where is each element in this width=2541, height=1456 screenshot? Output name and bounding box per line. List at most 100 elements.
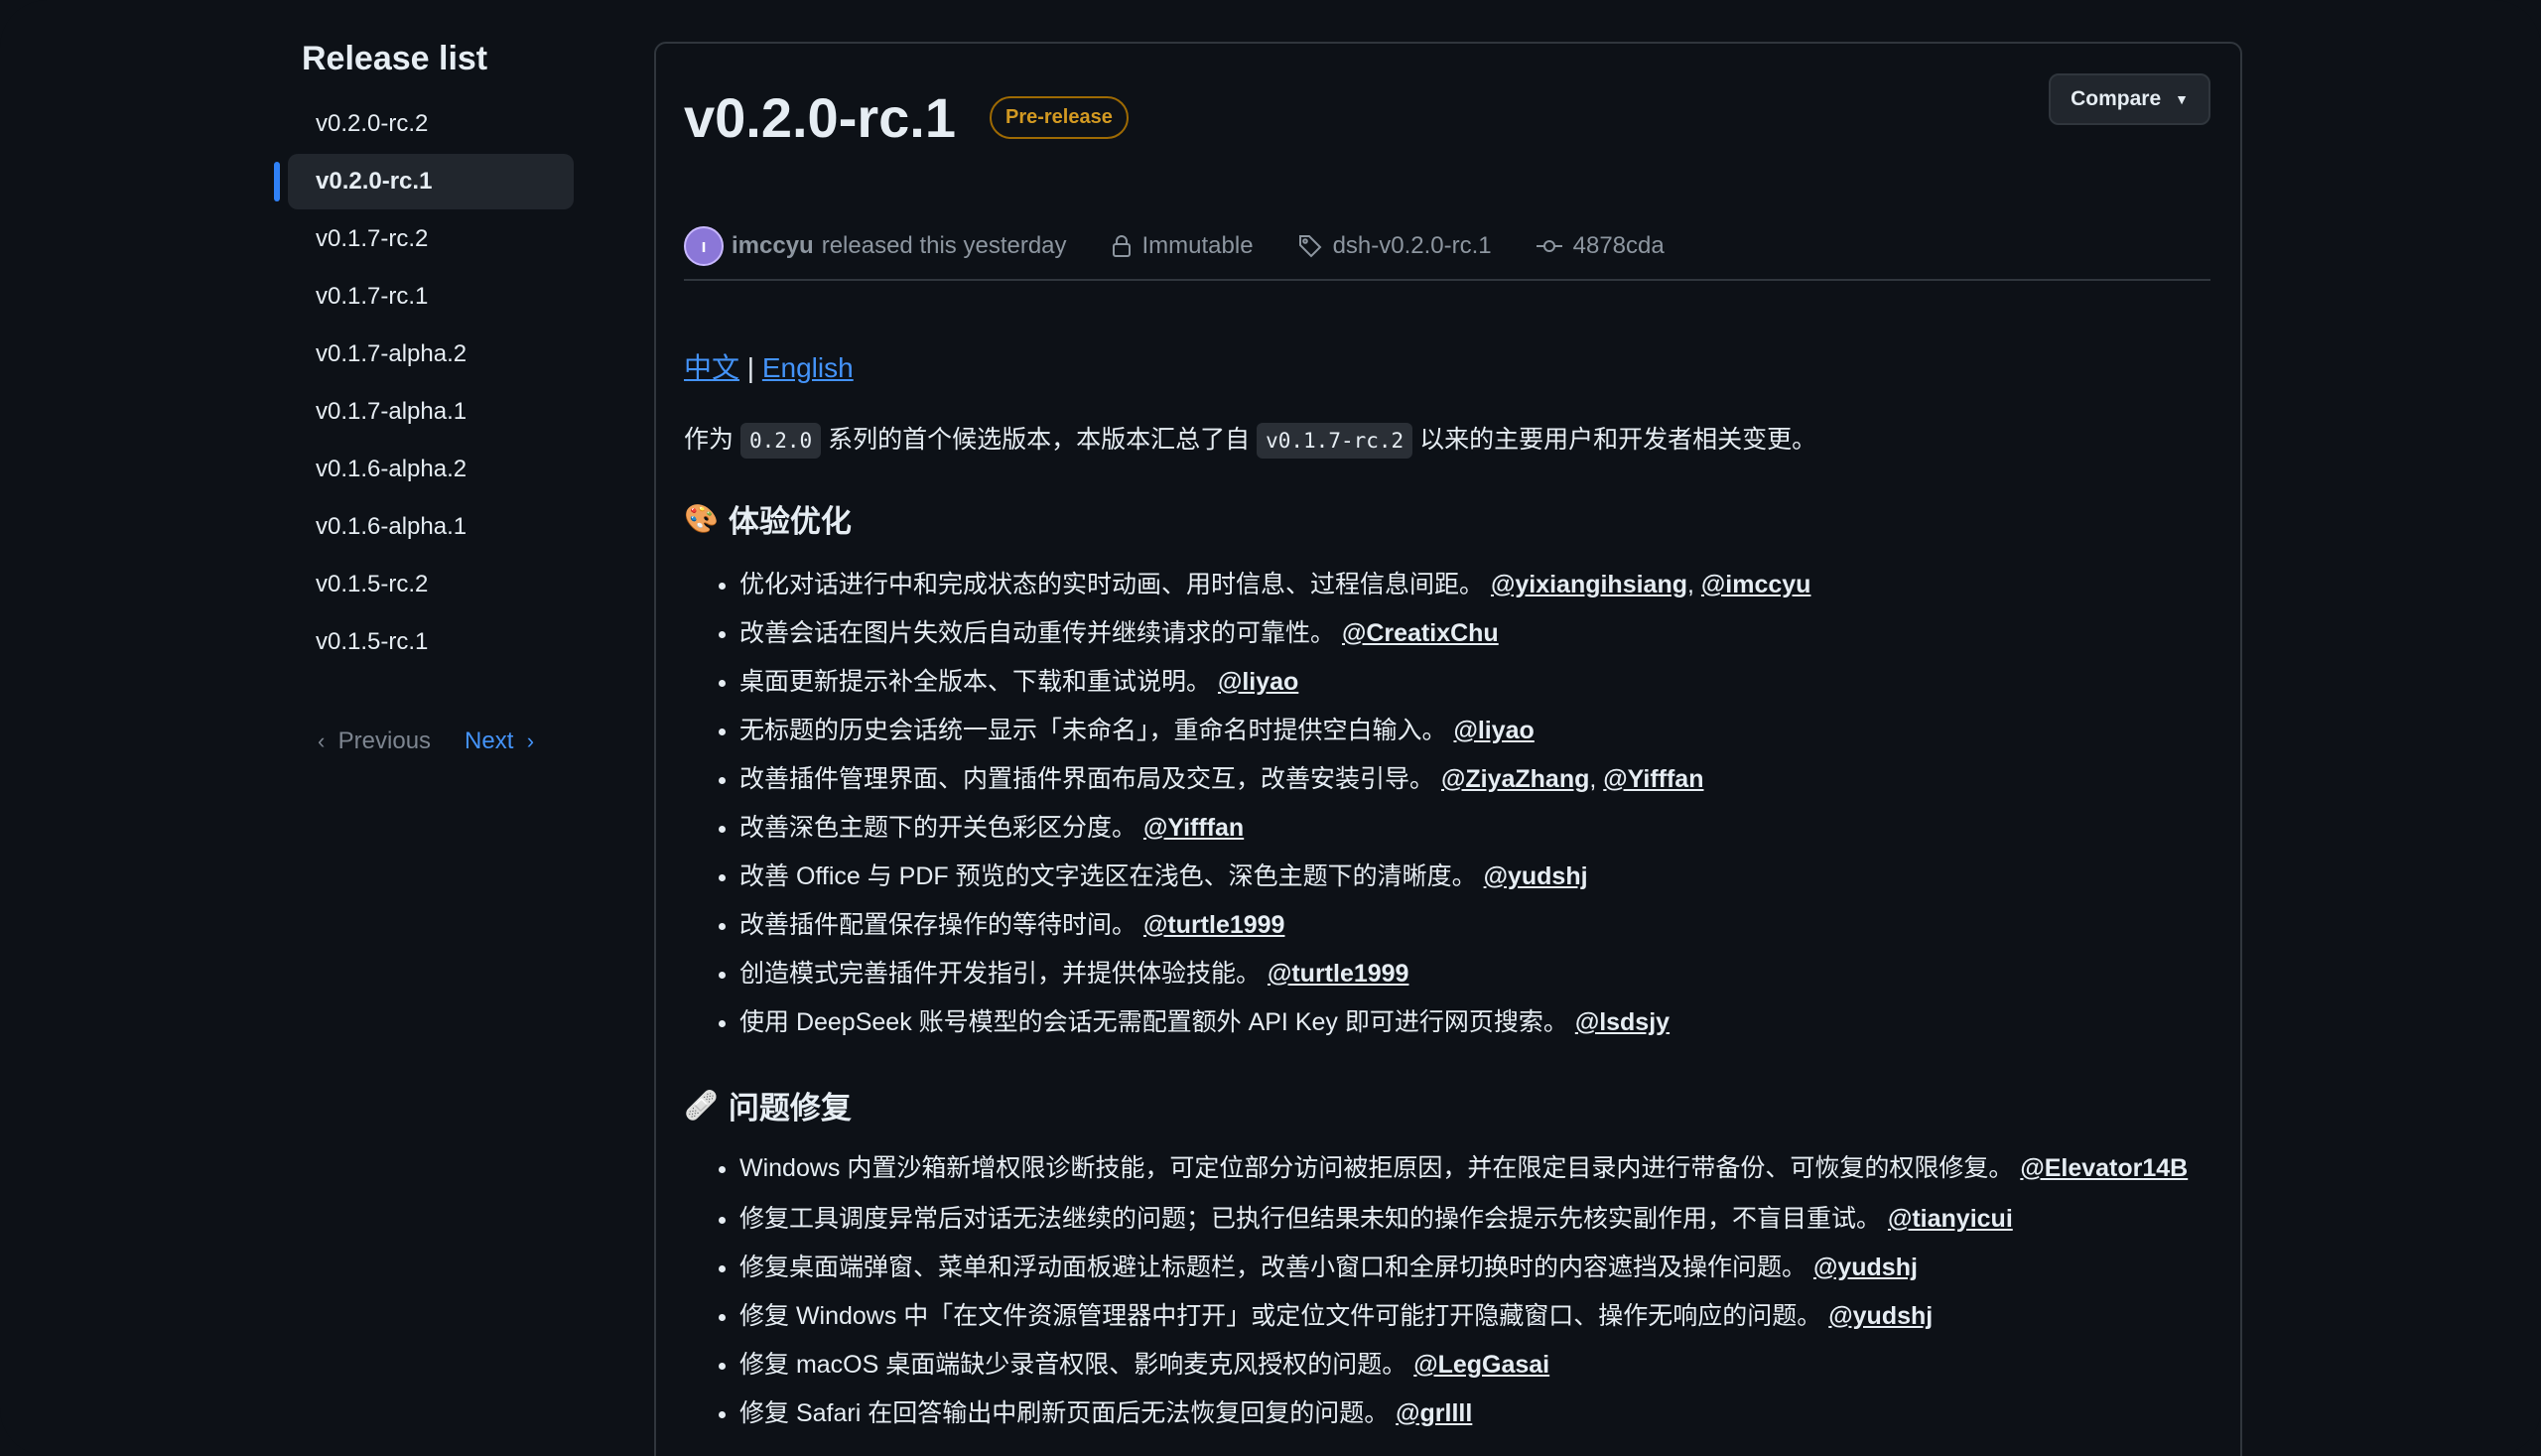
divider xyxy=(684,279,2210,281)
user-mention-link[interactable]: @Elevator14B xyxy=(2020,1154,2188,1182)
user-mention-link[interactable]: @LegGasai xyxy=(1413,1351,1549,1379)
lang-separator: | xyxy=(746,352,755,383)
sidebar-item-release[interactable]: v0.1.6-alpha.2 xyxy=(288,442,574,497)
note-text: 无标题的历史会话统一显示「未命名」，重命名时提供空白输入。 xyxy=(739,717,1447,744)
sidebar-item-release[interactable]: v0.1.7-alpha.1 xyxy=(288,384,574,440)
list-item: 改善插件管理界面、内置插件界面布局及交互，改善安装引导。 @ZiyaZhang,… xyxy=(739,755,2210,804)
contributors: @tianyicui xyxy=(1888,1205,2013,1233)
contributors: @turtle1999 xyxy=(1268,960,1409,988)
next-label: Next xyxy=(465,728,514,754)
section-title: 体验优化 xyxy=(728,504,852,539)
lock-icon xyxy=(1112,235,1131,257)
chevron-left-icon: ‹ xyxy=(318,728,326,753)
list-item: Windows 内置沙箱新增权限诊断技能，可定位部分访问被拒原因，并在限定目录内… xyxy=(739,1147,2210,1189)
note-text: 修复 Windows 中「在文件资源管理器中打开」或定位文件可能打开隐藏窗口、操… xyxy=(739,1302,1822,1330)
chevron-right-icon: › xyxy=(526,728,535,753)
user-mention-link[interactable]: @yudshj xyxy=(1484,862,1588,890)
note-text: 创造模式完善插件开发指引，并提供体验技能。 xyxy=(739,960,1262,988)
section-title: 问题修复 xyxy=(728,1091,852,1125)
contributors: @liyao xyxy=(1218,668,1298,696)
list-item: 创造模式完善插件开发指引，并提供体验技能。 @turtle1999 xyxy=(739,950,2210,998)
sidebar-title: Release list xyxy=(302,40,488,77)
list-item: 修复 macOS 桌面端缺少录音权限、影响麦克风授权的问题。 @LegGasai xyxy=(739,1341,2210,1390)
list-item: 优化对话进行中和完成状态的实时动画、用时信息、过程信息间距。 @yixiangi… xyxy=(739,561,2210,609)
previous-label: Previous xyxy=(337,728,432,754)
avatar[interactable]: ı xyxy=(684,226,724,266)
contributors: @lsdsjy xyxy=(1575,1008,1670,1036)
release-list: v0.2.0-rc.2 v0.2.0-rc.1 v0.1.7-rc.2 v0.1.7-… xyxy=(274,96,605,670)
user-mention-link[interactable]: @Yifffan xyxy=(1143,814,1244,842)
note-text: 桌面更新提示补全版本、下载和重试说明。 xyxy=(739,668,1212,696)
sidebar-item-release[interactable]: v0.1.6-alpha.1 xyxy=(288,499,574,555)
bandage-icon: 🩹 xyxy=(684,1090,719,1121)
user-mention-link[interactable]: @yudshj xyxy=(1813,1254,1918,1281)
section-heading: 🎨 体验优化 xyxy=(684,496,2210,541)
user-mention-link[interactable]: @turtle1999 xyxy=(1268,960,1409,988)
sidebar-item-release[interactable]: v0.1.5-rc.1 xyxy=(288,614,574,670)
commit-label: 4878cda xyxy=(1572,232,1665,259)
list-item: 使用 DeepSeek 账号模型的会话无需配置额外 API Key 即可进行网页… xyxy=(739,998,2210,1047)
note-sections: 🎨 体验优化优化对话进行中和完成状态的实时动画、用时信息、过程信息间距。 @yix… xyxy=(684,496,2210,1438)
contributors: @CreatixChu xyxy=(1342,619,1499,647)
release-notes: 中文 | English 作为 0.2.0 系列的首个候选版本，本版本汇总了自 … xyxy=(684,346,2210,1438)
sidebar-item-release[interactable]: v0.2.0-rc.1 xyxy=(274,154,574,209)
note-text: Windows 内置沙箱新增权限诊断技能，可定位部分访问被拒原因，并在限定目录内… xyxy=(739,1154,2014,1182)
user-mention-link[interactable]: @Yifffan xyxy=(1603,765,1703,793)
user-mention-link[interactable]: @yudshj xyxy=(1828,1302,1933,1330)
release-card: v0.2.0-rc.1 Pre-release Compare ▼ ı imcc… xyxy=(654,42,2242,1456)
commit-link[interactable]: 4878cda xyxy=(1536,232,1665,260)
note-text: 改善 Office 与 PDF 预览的文字选区在浅色、深色主题下的清晰度。 xyxy=(739,862,1477,890)
lang-zh-link[interactable]: 中文 xyxy=(684,352,739,383)
note-text: 使用 DeepSeek 账号模型的会话无需配置额外 API Key 即可进行网页… xyxy=(739,1008,1568,1036)
sidebar-item-release[interactable]: v0.1.7-rc.1 xyxy=(288,269,574,325)
caret-down-icon: ▼ xyxy=(2175,91,2189,107)
contributors: @liyao xyxy=(1453,717,1534,744)
user-mention-link[interactable]: @ZiyaZhang xyxy=(1441,765,1589,793)
user-mention-link[interactable]: @lsdsjy xyxy=(1575,1008,1670,1036)
release-list-sidebar: Release list v0.2.0-rc.2 v0.2.0-rc.1 v0.1.… xyxy=(274,40,605,755)
release-meta: ı imccyu released this yesterday Immutab… xyxy=(684,226,1665,266)
intro-paragraph: 作为 0.2.0 系列的首个候选版本，本版本汇总了自 v0.1.7-rc.2 以… xyxy=(684,420,2210,461)
list-item: 无标题的历史会话统一显示「未命名」，重命名时提供空白输入。 @liyao xyxy=(739,707,2210,755)
app-window: Release list v0.2.0-rc.2 v0.2.0-rc.1 v0.1.… xyxy=(0,0,2541,1456)
user-mention-link[interactable]: @imccyu xyxy=(1701,571,1811,598)
list-item: 修复 Safari 在回答输出中刷新页面后无法恢复回复的问题。 @grllll xyxy=(739,1390,2210,1438)
intro-code: v0.1.7-rc.2 xyxy=(1257,423,1413,459)
note-list: 优化对话进行中和完成状态的实时动画、用时信息、过程信息间距。 @yixiangi… xyxy=(684,561,2210,1047)
note-text: 改善插件管理界面、内置插件界面布局及交互，改善安装引导。 xyxy=(739,765,1435,793)
sidebar-item-release[interactable]: v0.1.7-alpha.2 xyxy=(288,327,574,382)
user-mention-link[interactable]: @yixiangihsiang xyxy=(1491,571,1687,598)
user-mention-link[interactable]: @tianyicui xyxy=(1888,1205,2013,1233)
user-mention-link[interactable]: @liyao xyxy=(1453,717,1534,744)
note-text: 改善深色主题下的开关色彩区分度。 xyxy=(739,814,1137,842)
released-text: released this yesterday xyxy=(821,232,1067,259)
user-mention-link[interactable]: @grllll xyxy=(1396,1399,1472,1427)
contributors: @Elevator14B xyxy=(2020,1154,2188,1182)
tag-icon xyxy=(1298,235,1321,258)
user-mention-link[interactable]: @CreatixChu xyxy=(1342,619,1499,647)
list-item: 修复工具调度异常后对话无法继续的问题；已执行但结果未知的操作会提示先核实副作用，… xyxy=(739,1195,2210,1244)
pre-release-badge: Pre-release xyxy=(989,96,1129,139)
list-item: 修复 Windows 中「在文件资源管理器中打开」或定位文件可能打开隐藏窗口、操… xyxy=(739,1292,2210,1341)
intro-text: 系列的首个候选版本，本版本汇总了自 xyxy=(828,426,1251,454)
tag-link[interactable]: dsh-v0.2.0-rc.1 xyxy=(1297,232,1492,260)
note-text: 改善会话在图片失效后自动重传并继续请求的可靠性。 xyxy=(739,619,1336,647)
palette-icon: 🎨 xyxy=(684,503,719,534)
user-mention-link[interactable]: @liyao xyxy=(1218,668,1298,696)
previous-button[interactable]: ‹ Previous xyxy=(318,728,431,755)
sidebar-item-release[interactable]: v0.1.5-rc.2 xyxy=(288,557,574,612)
note-list: Windows 内置沙箱新增权限诊断技能，可定位部分访问被拒原因，并在限定目录内… xyxy=(684,1147,2210,1438)
note-text: 修复 macOS 桌面端缺少录音权限、影响麦克风授权的问题。 xyxy=(739,1351,1407,1379)
sidebar-item-release[interactable]: v0.2.0-rc.2 xyxy=(288,96,574,152)
pagination: ‹ Previous Next › xyxy=(288,728,605,755)
author-link[interactable]: imccyu xyxy=(732,232,814,260)
list-item: 改善深色主题下的开关色彩区分度。 @Yifffan xyxy=(739,804,2210,853)
sidebar-item-release[interactable]: v0.1.7-rc.2 xyxy=(288,211,574,267)
contributors: @turtle1999 xyxy=(1143,911,1285,939)
note-text: 优化对话进行中和完成状态的实时动画、用时信息、过程信息间距。 xyxy=(739,571,1485,598)
compare-button[interactable]: Compare ▼ xyxy=(2049,73,2210,125)
list-item: 改善插件配置保存操作的等待时间。 @turtle1999 xyxy=(739,901,2210,950)
user-mention-link[interactable]: @turtle1999 xyxy=(1143,911,1285,939)
lang-en-link[interactable]: English xyxy=(762,352,854,383)
next-button[interactable]: Next › xyxy=(465,728,534,755)
